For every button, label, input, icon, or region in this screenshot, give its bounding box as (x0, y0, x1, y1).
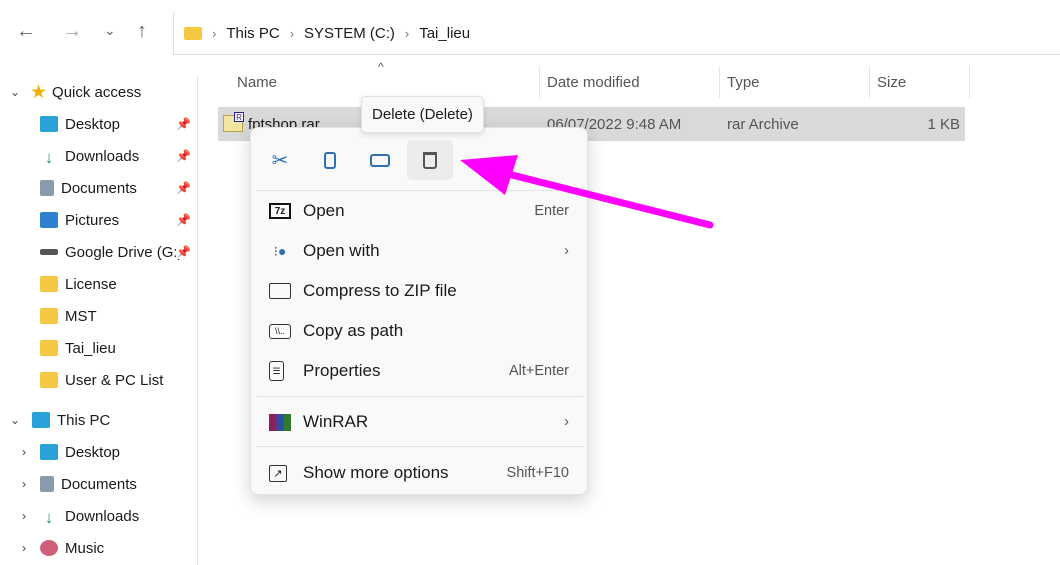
annotation-arrow (460, 155, 714, 229)
arrow-shaft (496, 168, 714, 229)
arrow-head-icon (460, 155, 518, 195)
